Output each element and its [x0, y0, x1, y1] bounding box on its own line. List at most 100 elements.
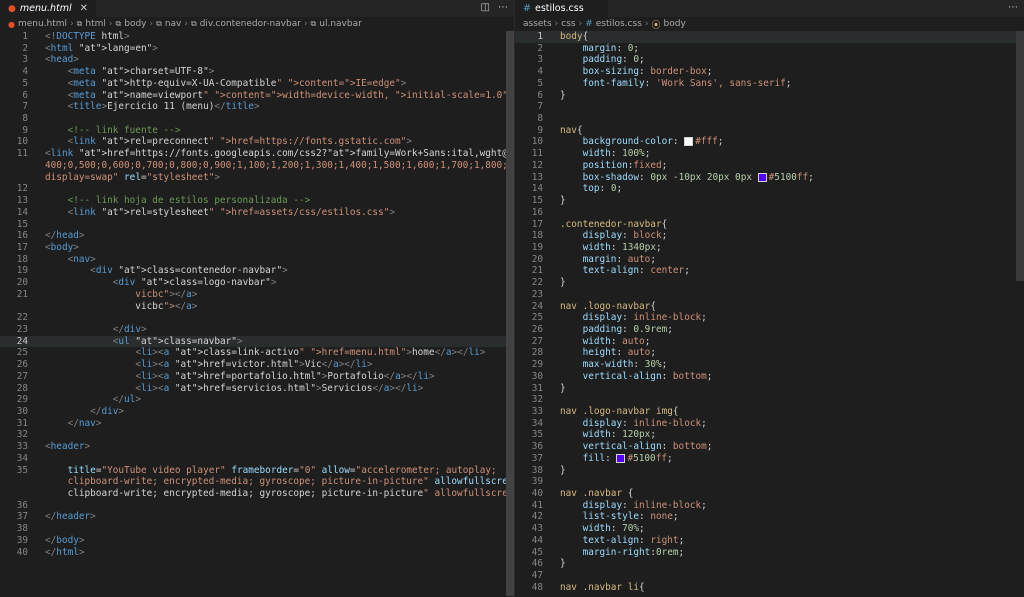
code-line[interactable]: 28 <li><a "at">href=servicios.html">Serv…: [0, 383, 506, 395]
more-icon[interactable]: ⋯: [498, 2, 508, 13]
code-line[interactable]: 34 display: inline-block;: [515, 418, 1016, 430]
color-swatch[interactable]: [684, 137, 694, 147]
code-line[interactable]: 7 <title>Ejercicio 11 (menu)</title>: [0, 101, 506, 113]
code-line[interactable]: 33 <header>: [0, 441, 506, 453]
code-line[interactable]: 39 </body>: [0, 535, 506, 547]
code-line[interactable]: 26 <li><a "at">href=victor.html">Vic</a>…: [0, 359, 506, 371]
code-line[interactable]: 37 </header>: [0, 511, 506, 523]
code-line[interactable]: 17 .contenedor-navbar{: [515, 219, 1016, 231]
code-line[interactable]: 15}: [515, 195, 1016, 207]
code-line[interactable]: 24 <ul "at">class=navbar">: [0, 335, 506, 348]
split-editor-icon[interactable]: ◫: [481, 2, 490, 13]
code-line[interactable]: 10 background-color: #fff;: [515, 136, 1016, 148]
code-line[interactable]: 35 title="YouTube video player" framebor…: [0, 465, 506, 477]
code-line[interactable]: 14 top: 0;: [515, 183, 1016, 195]
breadcrumb-item[interactable]: body: [664, 19, 686, 29]
code-editor-html[interactable]: 1 <!DOCTYPE html> 2 <html "at">lang=en"> 3 <h…: [0, 31, 514, 559]
breadcrumb-item[interactable]: ul.navbar: [319, 19, 362, 29]
code-line[interactable]: 21 vicbc"></a>: [0, 289, 506, 301]
code-line[interactable]: 40 nav .navbar {: [515, 488, 1016, 500]
code-line[interactable]: 33 nav .logo-navbar img{: [515, 406, 1016, 418]
code-line[interactable]: 39: [515, 476, 1016, 488]
code-line[interactable]: 35 width: 120px;: [515, 429, 1016, 441]
code-line[interactable]: 45 margin-right:0rem;: [515, 547, 1016, 559]
code-line[interactable]: 41 display: inline-block;: [515, 500, 1016, 512]
code-line[interactable]: 9 nav{: [515, 125, 1016, 137]
code-line[interactable]: 32: [0, 429, 506, 441]
code-line[interactable]: 15: [0, 219, 506, 231]
code-line[interactable]: 29 max-width: 30%;: [515, 359, 1016, 371]
code-line[interactable]: 13 box-shadow: 0px -10px 20px 0px #5100f…: [515, 172, 1016, 184]
code-line[interactable]: 37 fill: #5100ff;: [515, 453, 1016, 465]
code-line[interactable]: 13 <!-- link hoja de estilos personaliza…: [0, 195, 506, 207]
code-line[interactable]: 17 <body>: [0, 242, 506, 254]
code-line[interactable]: 48 nav .navbar li{: [515, 582, 1016, 594]
code-line[interactable]: 46}: [515, 558, 1016, 570]
code-line[interactable]: 30 </div>: [0, 406, 506, 418]
code-line[interactable]: 36: [0, 500, 506, 512]
breadcrumb-item[interactable]: nav: [165, 19, 182, 29]
code-line[interactable]: 2 <html "at">lang=en">: [0, 43, 506, 55]
code-line[interactable]: 36 vertical-align: bottom;: [515, 441, 1016, 453]
code-line[interactable]: 10 <link "at">rel=preconnect" ">href=htt…: [0, 136, 506, 148]
code-line[interactable]: 22: [0, 312, 506, 324]
code-line[interactable]: 42 list-style: none;: [515, 511, 1016, 523]
code-line[interactable]: 31}: [515, 383, 1016, 395]
code-line[interactable]: 30 vertical-align: bottom;: [515, 371, 1016, 383]
code-line[interactable]: 3 padding: 0;: [515, 54, 1016, 66]
code-line[interactable]: 12: [0, 183, 506, 195]
code-line[interactable]: 31 </nav>: [0, 418, 506, 430]
code-line[interactable]: 7: [515, 101, 1016, 113]
code-line[interactable]: 27 <li><a "at">href=portafolio.html">Por…: [0, 371, 506, 383]
code-line[interactable]: 19 <div "at">class=contenedor-navbar">: [0, 265, 506, 277]
code-line[interactable]: 29 </ul>: [0, 394, 506, 406]
color-swatch[interactable]: [757, 172, 767, 182]
code-line[interactable]: 11 width: 100%;: [515, 148, 1016, 160]
code-line[interactable]: 25 <li><a "at">class=link-activo" ">href…: [0, 347, 506, 359]
scrollbar-thumb[interactable]: [506, 31, 514, 596]
code-line[interactable]: 8: [0, 113, 506, 125]
code-line[interactable]: 19 width: 1340px;: [515, 242, 1016, 254]
breadcrumb-item[interactable]: css: [561, 19, 575, 29]
breadcrumb-item[interactable]: estilos.css: [596, 19, 642, 29]
vertical-scrollbar[interactable]: [1016, 31, 1024, 597]
code-line[interactable]: 28 height: auto;: [515, 347, 1016, 359]
code-line[interactable]: 23: [515, 289, 1016, 301]
tab-estilos-css[interactable]: # estilos.css ✕: [515, 0, 609, 17]
code-line[interactable]: 12 position:fixed;: [515, 160, 1016, 172]
code-line[interactable]: 8: [515, 113, 1016, 125]
code-line[interactable]: 9 <!-- link fuente -->: [0, 125, 506, 137]
code-line[interactable]: 32: [515, 394, 1016, 406]
code-line[interactable]: 14 <link "at">rel=stylesheet" ">href=ass…: [0, 207, 506, 219]
code-line[interactable]: clipboard-write; encrypted-media; gyrosc…: [0, 476, 514, 488]
color-swatch[interactable]: [616, 453, 626, 463]
breadcrumb-item[interactable]: html: [85, 19, 106, 29]
code-line[interactable]: 5 font-family: 'Work Sans', sans-serif;: [515, 78, 1016, 90]
code-line[interactable]: 3 <head>: [0, 54, 506, 66]
breadcrumb-item[interactable]: menu.html: [18, 19, 67, 29]
tab-menu-html[interactable]: ● menu.html ✕: [0, 0, 97, 17]
code-line[interactable]: 22}: [515, 277, 1016, 289]
close-icon[interactable]: ✕: [80, 3, 88, 14]
code-line[interactable]: vicbc"></a>: [0, 301, 506, 313]
vertical-scrollbar[interactable]: [506, 31, 514, 597]
code-line[interactable]: 18 <nav>: [0, 254, 506, 266]
editor-pane-css[interactable]: # estilos.css ✕ ⋯ assets › css › # estil…: [515, 0, 1024, 597]
more-icon[interactable]: ⋯: [1008, 2, 1018, 13]
code-line[interactable]: 24 nav .logo-navbar{: [515, 301, 1016, 313]
code-editor-css[interactable]: 1 body{2 margin: 0; 3 padding: 0; 4 box-siz…: [515, 31, 1016, 594]
scrollbar-thumb[interactable]: [1016, 31, 1024, 281]
code-line[interactable]: clipboard-write; encrypted-media; gyrosc…: [0, 488, 514, 500]
breadcrumb-item[interactable]: div.contenedor-navbar: [200, 19, 301, 29]
code-line[interactable]: 400;0,500;0,600;0,700;0,800;0,900;1,100;…: [0, 160, 514, 172]
code-line[interactable]: 38}: [515, 465, 1016, 477]
code-line[interactable]: 18 display: block;: [515, 230, 1016, 242]
code-line[interactable]: 16 </head>: [0, 230, 506, 242]
code-line[interactable]: 40 </html>: [0, 547, 506, 559]
code-line[interactable]: 34: [0, 453, 506, 465]
code-line[interactable]: 2 margin: 0;: [515, 43, 1016, 55]
code-line[interactable]: 1 <!DOCTYPE html>: [0, 31, 506, 43]
code-line[interactable]: 25 display: inline-block;: [515, 312, 1016, 324]
code-line[interactable]: 4 <meta "at">charset=UTF-8">: [0, 66, 506, 78]
code-line[interactable]: 27 width: auto;: [515, 336, 1016, 348]
